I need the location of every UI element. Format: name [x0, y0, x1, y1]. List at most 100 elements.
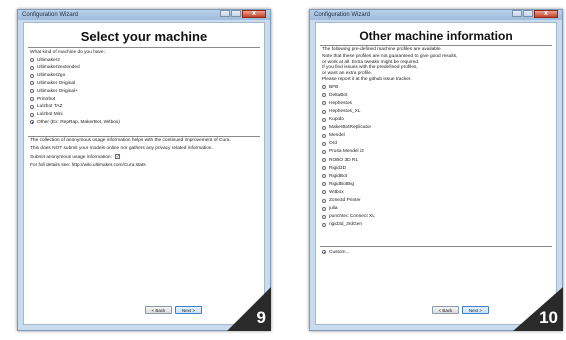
radio-button[interactable]: [30, 65, 34, 70]
divider: [320, 246, 552, 247]
machine-option[interactable]: Lulzbot TAZ: [30, 103, 258, 111]
radio-button[interactable]: [322, 222, 326, 227]
usage-info: The collection of anonymous usage inform…: [30, 138, 258, 170]
profile-option[interactable]: Witbox: [322, 188, 550, 196]
radio-button[interactable]: [322, 85, 326, 90]
machine-option[interactable]: Ultimaker Original: [30, 80, 258, 88]
radio-button[interactable]: [30, 104, 34, 109]
maximize-button[interactable]: [523, 10, 533, 17]
option-label: Lulzbot TAZ: [37, 104, 63, 110]
minimize-button[interactable]: [512, 10, 522, 17]
option-label: Other (Ex: RepRap, MakerBot, Witbox): [37, 119, 120, 125]
machine-option[interactable]: Printrbot: [30, 95, 258, 103]
machine-option[interactable]: Lulzbot Mini: [30, 111, 258, 119]
wizard-window-select-machine: Configuration Wizard x Select your machi…: [17, 9, 271, 331]
machine-option[interactable]: Ultimaker2: [30, 56, 258, 64]
radio-button[interactable]: [30, 89, 34, 94]
profile-option[interactable]: rigid3d_3rdGen: [322, 221, 550, 229]
radio-button[interactable]: [30, 112, 34, 117]
radio-button[interactable]: [322, 93, 326, 98]
divider: [320, 45, 552, 46]
radio-button[interactable]: [322, 250, 326, 254]
page-title: Other machine information: [359, 29, 513, 43]
option-label: Hephestos_XL: [329, 109, 361, 114]
details-link[interactable]: For full details see: http://wiki.ultima…: [30, 163, 258, 169]
radio-button[interactable]: [322, 190, 326, 195]
profile-option[interactable]: Mendel: [322, 132, 550, 140]
radio-button[interactable]: [322, 149, 326, 154]
next-button[interactable]: Next >: [175, 306, 202, 314]
radio-button[interactable]: [30, 58, 34, 63]
radio-button[interactable]: [322, 206, 326, 211]
window-title: Configuration Wizard: [22, 12, 79, 18]
option-label: Prusa Mendel i3: [329, 149, 364, 155]
radio-button[interactable]: [322, 182, 326, 187]
radio-button[interactable]: [30, 73, 34, 78]
option-label: Kupido: [329, 117, 344, 123]
radio-button[interactable]: [322, 214, 326, 219]
profile-option[interactable]: MakerBotReplicator: [322, 124, 550, 132]
profile-notes: Note that these profiles are not guarant…: [322, 54, 550, 82]
profile-option[interactable]: DeltaBot: [322, 91, 550, 99]
machine-option[interactable]: Ultimaker Original+: [30, 87, 258, 95]
radio-button[interactable]: [322, 166, 326, 171]
radio-button[interactable]: [322, 125, 326, 130]
profile-option[interactable]: julia: [322, 205, 550, 213]
radio-button[interactable]: [322, 198, 326, 203]
profile-option[interactable]: Prusa Mendel i3: [322, 148, 550, 156]
profile-option[interactable]: Kupido: [322, 116, 550, 124]
radio-button[interactable]: [30, 120, 34, 125]
radio-button[interactable]: [322, 174, 326, 179]
machine-option[interactable]: Other (Ex: RepRap, MakerBot, Witbox): [30, 119, 258, 127]
profile-option[interactable]: Zone3d Printer: [322, 196, 550, 204]
radio-button[interactable]: [322, 141, 326, 146]
submit-usage-checkbox[interactable]: ✓: [114, 154, 120, 160]
radio-button[interactable]: [322, 133, 326, 138]
custom-option[interactable]: Custom...: [322, 248, 550, 256]
radio-button[interactable]: [30, 97, 34, 102]
machine-option[interactable]: Ultimaker2extended: [30, 64, 258, 72]
note-line: Please report it at the github issue tra…: [322, 76, 412, 82]
profile-option[interactable]: BFB: [322, 83, 550, 91]
wizard-page: Select your machine What kind of machine…: [23, 22, 265, 325]
option-label: DeltaBot: [329, 92, 348, 98]
profile-option[interactable]: Hephestos_XL: [322, 107, 550, 115]
close-icon: x: [544, 10, 548, 17]
next-button[interactable]: Next >: [462, 306, 489, 314]
back-button[interactable]: < Back: [145, 306, 172, 314]
radio-button[interactable]: [322, 158, 326, 163]
profile-option[interactable]: Rigid3D: [322, 164, 550, 172]
profile-option[interactable]: punchtec Connect XL: [322, 213, 550, 221]
option-label: MakerBotReplicator: [329, 125, 372, 131]
wizard-window-other-machine: Configuration Wizard x Other machine inf…: [309, 9, 563, 331]
close-button[interactable]: x: [534, 10, 558, 18]
back-button[interactable]: < Back: [432, 306, 459, 314]
radio-button[interactable]: [322, 117, 326, 122]
close-button[interactable]: x: [242, 10, 266, 18]
radio-button[interactable]: [322, 109, 326, 114]
option-label: Printrbot: [37, 96, 56, 102]
profiles-intro: The following pre-defined machine profil…: [322, 47, 441, 52]
profile-option[interactable]: Ord: [322, 140, 550, 148]
profile-selection: The following pre-defined machine profil…: [322, 47, 550, 229]
usage-text: The collection of anonymous usage inform…: [30, 138, 231, 143]
profile-option[interactable]: RigidBotBig: [322, 180, 550, 188]
minimize-button[interactable]: [220, 10, 230, 17]
profile-option[interactable]: RigidBot: [322, 172, 550, 180]
step-number: 9: [256, 308, 266, 327]
custom-label: Custom...: [329, 249, 350, 255]
profile-option[interactable]: Hephestos: [322, 99, 550, 107]
radio-button[interactable]: [30, 81, 34, 86]
option-label: Ultimaker Original: [37, 80, 76, 86]
radio-button[interactable]: [322, 101, 326, 106]
submit-usage-row: Submit anonymous usage information: ✓: [30, 154, 258, 161]
profile-options: BFB DeltaBot Hephestos Hephestos_XL Kupido Ma…: [322, 83, 550, 229]
profile-option[interactable]: ROBO 3D R1: [322, 156, 550, 164]
maximize-button[interactable]: [231, 10, 241, 17]
option-label: Witbox: [329, 189, 344, 195]
option-label: RigidBot: [329, 173, 348, 179]
machine-option[interactable]: Ultimaker2go: [30, 72, 258, 80]
submit-usage-label: Submit anonymous usage information:: [30, 155, 112, 161]
option-label: Lulzbot Mini: [37, 112, 63, 118]
option-label: Ultimaker2extended: [37, 65, 80, 71]
